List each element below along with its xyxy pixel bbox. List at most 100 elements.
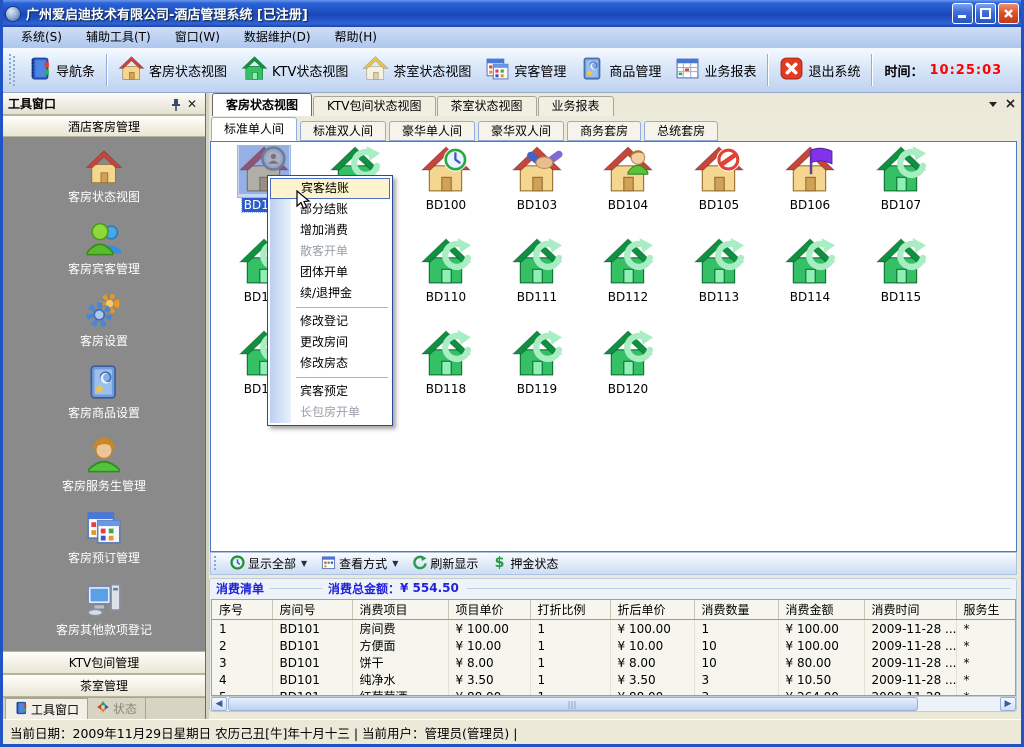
room-BD115[interactable]: BD115: [858, 238, 944, 326]
room-label: BD112: [606, 290, 650, 304]
menu-item-window[interactable]: 窗口(W): [163, 27, 232, 48]
section-hotel-room-management[interactable]: 酒店客房管理: [3, 115, 205, 137]
column-header[interactable]: 消费项目: [352, 600, 448, 620]
menu-item-aux-tools[interactable]: 辅助工具(T): [74, 27, 163, 48]
subtab-deluxe-double[interactable]: 豪华双人间: [478, 121, 564, 141]
minimize-button[interactable]: [952, 3, 973, 24]
sidebar-item-room-guest-management[interactable]: 客房宾客管理: [3, 219, 205, 277]
column-header[interactable]: 消费时间: [864, 600, 956, 620]
column-header[interactable]: 消费金额: [778, 600, 864, 620]
sidebar-item-room-status-view[interactable]: 客房状态视图: [3, 150, 205, 205]
sidebar-item-room-goods-settings[interactable]: 客房商品设置: [3, 363, 205, 421]
room-BD119[interactable]: BD119: [494, 330, 580, 418]
context-menu-item-add-consumption[interactable]: 增加消费: [270, 220, 390, 241]
sidebar-item-room-other-payments[interactable]: 客房其他款项登记: [3, 580, 205, 638]
toolbar-button-exit-system[interactable]: 退出系统: [772, 51, 867, 89]
bottom-tab-tool-window[interactable]: 工具窗口: [5, 698, 88, 719]
menu-item-help[interactable]: 帮助(H): [323, 27, 389, 48]
toolbar-button-goods-management[interactable]: 商品管理: [573, 51, 668, 89]
room-BD111[interactable]: BD111: [494, 238, 580, 326]
table-row[interactable]: 5BD101红葡萄酒¥ 88.001¥ 88.003¥ 264.002009-1…: [212, 688, 1015, 696]
toolbar-button-guest-management[interactable]: 宾客管理: [478, 51, 573, 89]
scroll-left-arrow-icon[interactable]: ◀: [211, 697, 227, 711]
scroll-right-arrow-icon[interactable]: ▶: [1000, 697, 1016, 711]
subtab-deluxe-single[interactable]: 豪华单人间: [389, 121, 475, 141]
context-menu-item-guest-reservation[interactable]: 宾客预定: [270, 381, 390, 402]
close-button[interactable]: [998, 3, 1019, 24]
tab-business-reports[interactable]: 业务报表: [538, 96, 614, 116]
time-label: 时间：: [884, 61, 923, 80]
table-row[interactable]: 3BD101饼干¥ 8.001¥ 8.0010¥ 80.002009-11-28…: [212, 654, 1015, 671]
toolbar-button-navigator[interactable]: 导航条: [20, 51, 102, 89]
subtab-standard-double[interactable]: 标准双人间: [300, 121, 386, 141]
subtab-business-suite[interactable]: 商务套房: [567, 121, 641, 141]
consumption-button-refresh-display[interactable]: 刷新显示: [405, 554, 485, 574]
column-header[interactable]: 房间号: [272, 600, 352, 620]
sidebar-item-room-waiter-management[interactable]: 客房服务生管理: [3, 436, 205, 494]
room-BD107[interactable]: BD107: [858, 146, 944, 234]
bottom-tab-status[interactable]: 状态: [88, 698, 146, 719]
context-menu-item-guest-checkout[interactable]: 宾客结账: [270, 178, 390, 199]
vacant-house-icon: [511, 330, 563, 381]
room-BD120[interactable]: BD120: [585, 330, 671, 418]
tab-strip-dropdown-icon[interactable]: [989, 97, 998, 111]
context-menu-item-group-open-bill[interactable]: 团体开单: [270, 262, 390, 283]
room-BD103[interactable]: BD103: [494, 146, 580, 234]
column-header[interactable]: 序号: [212, 600, 272, 620]
table-row[interactable]: 4BD101纯净水¥ 3.501¥ 3.503¥ 10.502009-11-28…: [212, 671, 1015, 688]
toolbar-button-ktv-status-view[interactable]: KTV状态视图: [234, 51, 355, 89]
scrollbar-thumb[interactable]: [228, 697, 918, 711]
tool-window-title: 工具窗口: [8, 95, 168, 112]
context-menu-item-modify-room-status[interactable]: 修改房态: [270, 353, 390, 374]
vacant-house-icon: [602, 238, 654, 289]
toolbar-button-tearoom-status-view[interactable]: 茶室状态视图: [355, 51, 478, 89]
red-roof-house-icon: [85, 150, 123, 185]
column-header[interactable]: 服务生: [956, 600, 1015, 620]
room-BD112[interactable]: BD112: [585, 238, 671, 326]
tab-room-status-view[interactable]: 客房状态视图: [212, 93, 312, 116]
consumption-button-deposit-status[interactable]: $押金状态: [485, 554, 565, 574]
consumption-button-view-mode[interactable]: 查看方式▼: [314, 554, 405, 574]
table-row[interactable]: 2BD101方便面¥ 10.001¥ 10.0010¥ 100.002009-1…: [212, 637, 1015, 654]
tab-ktv-room-status-view[interactable]: KTV包间状态视图: [313, 96, 435, 116]
sidebar-item-room-settings[interactable]: 客房设置: [3, 291, 205, 349]
room-BD104[interactable]: BD104: [585, 146, 671, 234]
tool-window-close-icon[interactable]: ✕: [184, 96, 200, 112]
column-header[interactable]: 折后单价: [610, 600, 694, 620]
room-BD114[interactable]: BD114: [767, 238, 853, 326]
dropdown-arrow-icon[interactable]: ▼: [392, 559, 398, 568]
room-BD106[interactable]: BD106: [767, 146, 853, 234]
scrollbar-track[interactable]: [227, 697, 930, 711]
section-tearoom-management[interactable]: 茶室管理: [3, 674, 205, 697]
subtab-standard-single[interactable]: 标准单人间: [211, 117, 297, 141]
pin-icon[interactable]: [168, 96, 184, 112]
maximize-button[interactable]: [975, 3, 996, 24]
room-BD118[interactable]: BD118: [403, 330, 489, 418]
context-menu-item-renew-refund-deposit[interactable]: 续/退押金: [270, 283, 390, 304]
subtab-presidential-suite[interactable]: 总统套房: [644, 121, 718, 141]
toolbar-grip[interactable]: [9, 54, 15, 86]
consumption-button-show-all[interactable]: 显示全部▼: [223, 554, 314, 574]
menu-item-data-maintenance[interactable]: 数据维护(D): [232, 27, 323, 48]
column-header[interactable]: 消费数量: [694, 600, 778, 620]
toolbar-button-business-reports[interactable]: 业务报表: [668, 51, 763, 89]
sidebar-item-room-booking-management[interactable]: 客房预订管理: [3, 508, 205, 566]
toolbar-button-room-status-view[interactable]: 客房状态视图: [111, 51, 234, 89]
room-BD110[interactable]: BD110: [403, 238, 489, 326]
room-BD113[interactable]: BD113: [676, 238, 762, 326]
context-menu-item-partial-checkout[interactable]: 部分结账: [270, 199, 390, 220]
context-menu-item-change-room[interactable]: 更改房间: [270, 332, 390, 353]
tab-tearoom-status-view[interactable]: 茶室状态视图: [437, 96, 537, 116]
tab-strip-close-icon[interactable]: [1006, 97, 1015, 111]
menu-item-system[interactable]: 系统(S): [9, 27, 74, 48]
room-BD100[interactable]: BD100: [403, 146, 489, 234]
room-BD105[interactable]: BD105: [676, 146, 762, 234]
column-header[interactable]: 打折比例: [530, 600, 610, 620]
consumption-toolbar-grip[interactable]: [214, 556, 218, 572]
table-row[interactable]: 1BD101房间费¥ 100.001¥ 100.001¥ 100.002009-…: [212, 620, 1015, 638]
column-header[interactable]: 项目单价: [448, 600, 530, 620]
table-cell: 1: [530, 671, 610, 688]
context-menu-item-modify-registration[interactable]: 修改登记: [270, 311, 390, 332]
dropdown-arrow-icon[interactable]: ▼: [301, 559, 307, 568]
section-ktv-room-management[interactable]: KTV包间管理: [3, 651, 205, 674]
